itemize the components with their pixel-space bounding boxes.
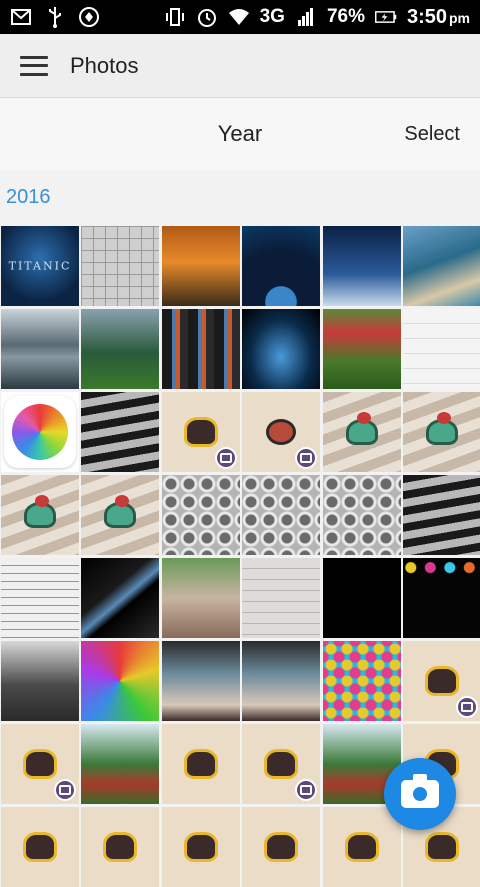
photo-thumbnail[interactable] — [81, 641, 160, 721]
signal-icon — [295, 6, 317, 28]
clock-time: 3:50 — [406, 5, 447, 28]
pokemon-image — [24, 495, 56, 528]
gmail-icon — [10, 6, 32, 28]
usb-icon — [44, 6, 66, 28]
photo-thumbnail[interactable] — [161, 558, 240, 638]
photo-thumbnail[interactable]: TITANIC — [1, 226, 79, 306]
app-title: Photos — [70, 52, 139, 78]
photo-thumbnail[interactable] — [161, 807, 240, 887]
photo-thumbnail[interactable] — [242, 392, 321, 472]
photo-thumbnail[interactable] — [1, 724, 79, 804]
photo-thumbnail[interactable] — [81, 558, 160, 638]
pokemon-image — [183, 832, 218, 862]
photo-thumbnail[interactable] — [322, 309, 401, 389]
network-type: 3G — [259, 6, 285, 27]
pokemon-image — [424, 832, 459, 862]
pokemon-image — [425, 412, 458, 445]
photo-thumbnail[interactable] — [322, 807, 401, 887]
photo-thumbnail[interactable] — [1, 475, 79, 555]
photo-thumbnail[interactable] — [242, 641, 321, 721]
photos-app-icon — [4, 396, 76, 468]
photo-thumbnail[interactable] — [322, 226, 401, 306]
app-bar: Photos — [0, 34, 480, 98]
battery-percent: 76% — [326, 6, 365, 27]
photo-thumbnail[interactable] — [242, 558, 321, 638]
pokemon-image — [264, 832, 299, 862]
photo-thumbnail[interactable] — [322, 558, 401, 638]
photo-thumbnail[interactable] — [322, 641, 401, 721]
year-label: 2016 — [6, 186, 51, 208]
pokemon-image — [104, 495, 137, 528]
view-subbar: Year Select — [0, 98, 480, 170]
photo-thumbnail[interactable] — [242, 724, 321, 804]
camera-fab-button[interactable] — [384, 758, 456, 830]
photo-thumbnail[interactable] — [402, 392, 480, 472]
photo-thumbnail[interactable] — [81, 309, 160, 389]
photo-thumbnail[interactable] — [161, 724, 240, 804]
photo-thumbnail[interactable] — [1, 641, 79, 721]
year-section-header: 2016 — [0, 170, 480, 226]
photo-thumbnail[interactable] — [1, 309, 79, 389]
photo-thumbnail[interactable] — [81, 807, 160, 887]
screenshot-badge-icon — [295, 779, 318, 801]
select-button[interactable]: Select — [404, 123, 460, 146]
photo-thumbnail[interactable] — [161, 392, 240, 472]
screenshot-badge-icon — [295, 447, 318, 469]
photo-thumbnail[interactable] — [1, 807, 79, 887]
photo-thumbnail[interactable] — [402, 309, 480, 389]
photo-thumbnail[interactable] — [81, 475, 160, 555]
wifi-icon — [228, 6, 250, 28]
photo-thumbnail[interactable] — [161, 641, 240, 721]
photo-thumbnail[interactable] — [161, 309, 240, 389]
alarm-icon — [196, 6, 218, 28]
pokemon-image — [23, 832, 57, 862]
camera-icon — [401, 774, 439, 808]
pokemon-image — [266, 419, 297, 445]
photo-thumbnail[interactable] — [322, 475, 401, 555]
photo-thumbnail[interactable] — [402, 226, 480, 306]
screenshot-badge-icon — [54, 779, 76, 801]
photo-thumbnail[interactable] — [242, 226, 321, 306]
photo-thumbnail[interactable] — [81, 724, 160, 804]
clock-ampm: pm — [449, 9, 470, 26]
sync-icon — [78, 6, 100, 28]
photo-thumbnail[interactable] — [242, 309, 321, 389]
photo-thumbnail[interactable] — [1, 392, 79, 472]
photo-thumbnail[interactable] — [242, 475, 321, 555]
pokemon-image — [344, 832, 379, 862]
photo-thumbnail[interactable] — [161, 226, 240, 306]
photo-thumbnail[interactable] — [161, 475, 240, 555]
pokemon-image — [183, 749, 218, 779]
photo-thumbnail[interactable] — [402, 641, 480, 721]
photo-thumbnail[interactable] — [242, 807, 321, 887]
screenshot-badge-icon — [214, 447, 237, 469]
pokemon-image — [103, 832, 138, 862]
photo-thumbnail[interactable] — [402, 475, 480, 555]
pokemon-image — [264, 749, 299, 779]
photo-thumbnail[interactable] — [81, 226, 160, 306]
vibrate-icon — [164, 6, 186, 28]
photo-thumbnail[interactable] — [81, 392, 160, 472]
pokemon-image — [23, 749, 57, 779]
pokemon-image — [424, 666, 459, 696]
pokemon-image — [183, 417, 218, 447]
photo-thumbnail[interactable] — [322, 392, 401, 472]
thumbnail-caption: TITANIC — [8, 259, 72, 273]
pokemon-image — [345, 412, 378, 445]
battery-charging-icon — [374, 6, 397, 28]
photo-thumbnail[interactable] — [402, 558, 480, 638]
photo-thumbnail[interactable] — [1, 558, 79, 638]
screenshot-badge-icon — [455, 696, 478, 718]
hamburger-menu-icon[interactable] — [20, 55, 48, 76]
status-bar: 3G 76% 3:50 pm — [0, 0, 480, 34]
